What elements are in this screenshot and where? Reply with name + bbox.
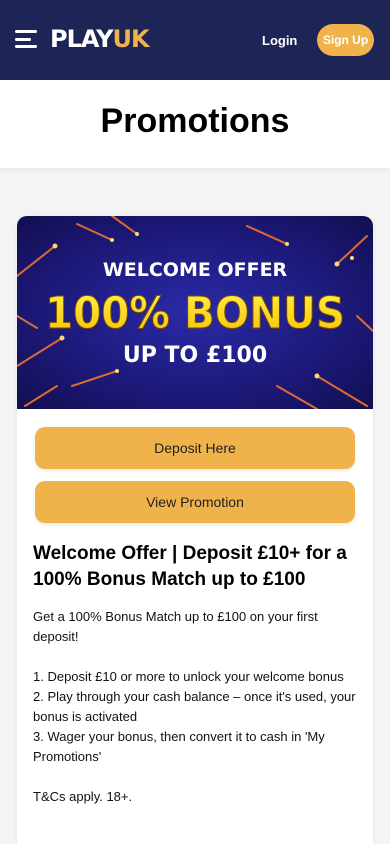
banner-line1: WELCOME OFFER: [103, 259, 288, 281]
promo-step-3: 3. Wager your bonus, then convert it to …: [33, 729, 325, 764]
promo-description: Get a 100% Bonus Match up to £100 on you…: [33, 607, 358, 827]
sign-up-button[interactable]: Sign Up: [317, 24, 374, 56]
login-link[interactable]: Login: [262, 33, 297, 48]
deposit-here-button[interactable]: Deposit Here: [35, 427, 355, 469]
top-navigation-bar: PLAY UK Login Sign Up: [0, 0, 390, 80]
promo-intro: Get a 100% Bonus Match up to £100 on you…: [33, 609, 318, 644]
page-title: Promotions: [100, 102, 290, 140]
hamburger-menu-icon[interactable]: [15, 30, 37, 48]
banner-line3: UP TO £100: [123, 343, 267, 368]
promo-step-2: 2. Play through your cash balance – once…: [33, 689, 356, 724]
logo-text-uk: UK: [112, 25, 150, 53]
logo-text-play: PLAY: [50, 25, 114, 53]
welcome-offer-banner[interactable]: WELCOME OFFER 100% BONUS UP TO £100: [17, 216, 373, 409]
view-promotion-button[interactable]: View Promotion: [35, 481, 355, 523]
promo-heading: Welcome Offer | Deposit £10+ for a 100% …: [33, 543, 347, 590]
promo-step-1: 1. Deposit £10 or more to unlock your we…: [33, 669, 344, 684]
promo-steps: 1. Deposit £10 or more to unlock your we…: [33, 667, 358, 767]
promotion-card: WELCOME OFFER 100% BONUS UP TO £100 Depo…: [17, 216, 373, 844]
banner-line2: 100% BONUS: [45, 288, 345, 339]
terms-text: T&Cs apply. 18+.: [33, 789, 133, 804]
playuk-logo[interactable]: PLAY UK: [50, 24, 150, 54]
banner-graphic: WELCOME OFFER 100% BONUS UP TO £100: [17, 216, 373, 409]
page-title-strip: Promotions: [0, 80, 390, 168]
